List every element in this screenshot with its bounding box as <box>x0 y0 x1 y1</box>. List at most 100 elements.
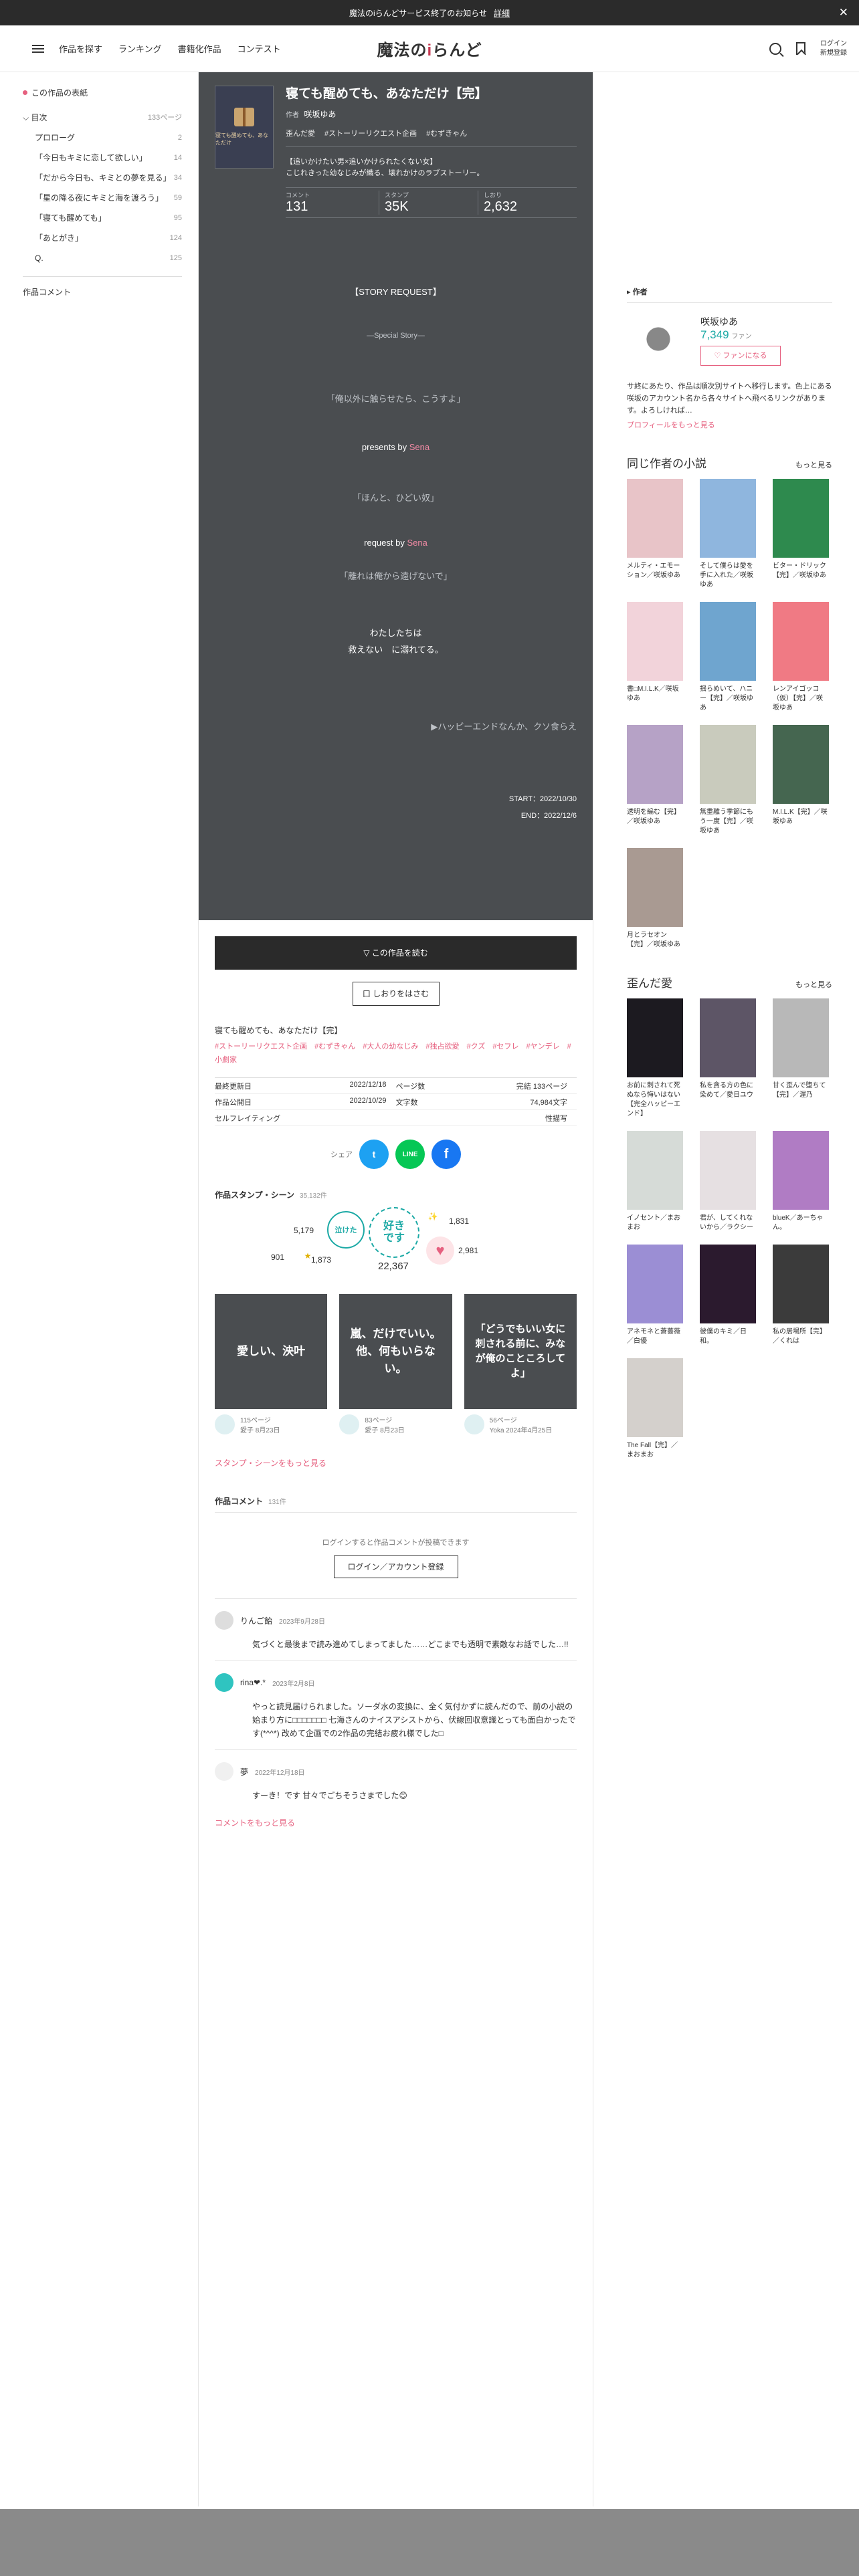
book-card[interactable]: アネモネと蒼薔薇／白優 <box>627 1245 683 1346</box>
facebook-icon[interactable]: f <box>432 1140 461 1169</box>
book-thumbnail[interactable] <box>773 725 829 804</box>
comment-author[interactable]: 夢 <box>240 1766 248 1778</box>
toc-item[interactable]: 「だから今日も、キミとの夢を見る」 34 <box>23 173 182 184</box>
book-title[interactable]: 無重離う季節にもう一度【完】／咲坂ゆあ <box>700 808 756 836</box>
tag-link[interactable]: #ストーリーリクエスト企画 <box>324 128 417 138</box>
more-stamps-link[interactable]: スタンプ・シーンをもっと見る <box>215 1457 577 1469</box>
scene-card[interactable]: 嵐、だけでいい。他、何もいらない。 83ページ 愛子 8月23日 <box>339 1294 452 1434</box>
book-thumbnail[interactable] <box>627 725 683 804</box>
toc-header[interactable]: ⌵ 目次 133ページ <box>23 112 182 123</box>
book-card[interactable]: ビター・ドリック【完】／咲坂ゆあ <box>773 479 829 590</box>
book-title[interactable]: 月とラセオン【完】／咲坂ゆあ <box>627 931 683 950</box>
book-title[interactable]: レンアイゴッコ（仮）【完】／咲坂ゆあ <box>773 685 829 713</box>
detail-tags[interactable]: #ストーリーリクエスト企画 #むずきゃん #大人の幼なじみ #独占欲愛 #クズ … <box>215 1040 577 1067</box>
toc-item[interactable]: 「寝ても醒めても」 95 <box>23 213 182 224</box>
scene-card[interactable]: 「どうでもいい女に刺される前に、みなが俺のこところして よ」 56ページ Yoka… <box>464 1294 577 1434</box>
site-logo[interactable]: 魔法のiらんど <box>377 37 482 60</box>
book-title[interactable]: 君が、してくれないから／ラクシー <box>700 1214 756 1232</box>
line-icon[interactable]: LINE <box>395 1140 425 1169</box>
book-thumbnail[interactable] <box>627 1245 683 1323</box>
book-title[interactable]: 彼僕のキミ／日和。 <box>700 1327 756 1346</box>
avatar[interactable] <box>215 1611 233 1630</box>
book-card[interactable]: 私を貪る方の色に染めて／愛日ユウ <box>700 998 756 1119</box>
toc-item[interactable]: 「星の降る夜にキミと海を渡ろう」 59 <box>23 193 182 204</box>
author-link[interactable]: 咲坂ゆあ <box>304 110 336 119</box>
announcement-detail-link[interactable]: 詳細 <box>494 7 510 19</box>
stamp-crying[interactable]: 泣けた <box>327 1211 365 1249</box>
book-title[interactable]: お前に刺されて死ぬなら悔いはない【完全ハッピーエンド】 <box>627 1081 683 1119</box>
bookmark-button[interactable]: 口 しおりをはさむ <box>352 982 440 1006</box>
book-thumbnail[interactable] <box>773 998 829 1077</box>
author-name[interactable]: 咲坂ゆあ <box>700 316 738 327</box>
book-thumbnail[interactable] <box>627 479 683 558</box>
book-card[interactable]: イノセント／まおまお <box>627 1131 683 1232</box>
author-avatar[interactable] <box>627 315 690 375</box>
menu-icon[interactable] <box>32 44 44 53</box>
book-card[interactable]: 君が、してくれないから／ラクシー <box>700 1131 756 1232</box>
book-title[interactable]: 私の居場所【完】／くれは <box>773 1327 829 1346</box>
toc-item[interactable]: Q. 125 <box>23 253 182 264</box>
book-thumbnail[interactable] <box>773 479 829 558</box>
book-cover[interactable]: 寝ても醒めても、あなただけ <box>215 86 274 169</box>
book-card[interactable]: お前に刺されて死ぬなら悔いはない【完全ハッピーエンド】 <box>627 998 683 1119</box>
book-card[interactable]: 月とラセオン【完】／咲坂ゆあ <box>627 848 683 950</box>
tag-link[interactable]: 歪んだ愛 <box>286 128 315 138</box>
same-author-more-link[interactable]: もっと見る <box>795 459 832 470</box>
comment-author[interactable]: rina❤︎.* <box>240 1678 266 1687</box>
book-title[interactable]: blueK／あーちゃん。 <box>773 1214 829 1232</box>
book-card[interactable]: 書□M.I.L.K／咲坂ゆあ <box>627 602 683 713</box>
book-card[interactable]: 彼僕のキミ／日和。 <box>700 1245 756 1346</box>
book-card[interactable]: M.I.L.K【完】／咲坂ゆあ <box>773 725 829 836</box>
login-link[interactable]: ログイン 新規登録 <box>820 39 847 58</box>
twitter-icon[interactable]: t <box>359 1140 389 1169</box>
close-icon[interactable]: ✕ <box>839 6 848 19</box>
scene-card[interactable]: 愛しい、泱叶 115ページ 愛子 8月23日 <box>215 1294 328 1434</box>
book-thumbnail[interactable] <box>773 602 829 681</box>
book-title[interactable]: そして僕らは愛を手に入れた／咲坂ゆあ <box>700 562 756 590</box>
nav-contest[interactable]: コンテスト <box>237 42 281 55</box>
book-thumbnail[interactable] <box>627 602 683 681</box>
tag-link[interactable]: #むずきゃん <box>426 128 467 138</box>
book-title[interactable]: 揺らめいて、ハニー【完】／咲坂ゆあ <box>700 685 756 713</box>
book-thumbnail[interactable] <box>627 1131 683 1210</box>
book-thumbnail[interactable] <box>773 1131 829 1210</box>
more-comments-link[interactable]: コメントをもっと見る <box>215 1817 577 1828</box>
book-card[interactable]: 透明を編む【完】／咲坂ゆあ <box>627 725 683 836</box>
book-title[interactable]: ビター・ドリック【完】／咲坂ゆあ <box>773 562 829 580</box>
book-title[interactable]: The Fall【完】／まおまお <box>627 1441 683 1460</box>
avatar[interactable] <box>215 1762 233 1781</box>
book-thumbnail[interactable] <box>627 1358 683 1437</box>
book-card[interactable]: 無重離う季節にもう一度【完】／咲坂ゆあ <box>700 725 756 836</box>
book-thumbnail[interactable] <box>700 1131 756 1210</box>
twisted-love-more-link[interactable]: もっと見る <box>795 979 832 990</box>
book-thumbnail[interactable] <box>700 1245 756 1323</box>
read-button[interactable]: ▽ この作品を読む <box>215 936 577 970</box>
book-card[interactable]: メルティ・エモーション／咲坂ゆあ <box>627 479 683 590</box>
toc-item[interactable]: プロローグ 2 <box>23 132 182 144</box>
book-card[interactable]: blueK／あーちゃん。 <box>773 1131 829 1232</box>
book-thumbnail[interactable] <box>700 998 756 1077</box>
book-title[interactable]: 透明を編む【完】／咲坂ゆあ <box>627 808 683 827</box>
book-card[interactable]: レンアイゴッコ（仮）【完】／咲坂ゆあ <box>773 602 829 713</box>
heart-icon[interactable]: ♥ <box>426 1237 454 1265</box>
book-title[interactable]: M.I.L.K【完】／咲坂ゆあ <box>773 808 829 827</box>
sparkle-icon[interactable]: ✨ <box>423 1207 442 1226</box>
avatar[interactable] <box>215 1673 233 1692</box>
book-title[interactable]: 私を貪る方の色に染めて／愛日ユウ <box>700 1081 756 1100</box>
stamp-like[interactable]: 好き です <box>369 1207 419 1258</box>
book-thumbnail[interactable] <box>700 479 756 558</box>
comment-author[interactable]: りんご飴 <box>240 1615 272 1626</box>
book-thumbnail[interactable] <box>700 602 756 681</box>
book-title[interactable]: イノセント／まおまお <box>627 1214 683 1232</box>
nav-ranking[interactable]: ランキング <box>118 42 162 55</box>
book-thumbnail[interactable] <box>627 848 683 927</box>
book-thumbnail[interactable] <box>627 998 683 1077</box>
login-register-button[interactable]: ログイン／アカウント登録 <box>333 1555 458 1578</box>
follow-button[interactable]: ♡ ファンになる <box>700 346 781 366</box>
search-icon[interactable] <box>769 42 781 55</box>
book-title[interactable]: 甘く歪んで堕ちて【完】／渥乃 <box>773 1081 829 1100</box>
bookmark-icon[interactable] <box>796 42 805 55</box>
toc-cover-link[interactable]: この作品の表紙 <box>23 87 182 98</box>
toc-comments-link[interactable]: 作品コメント <box>23 288 71 297</box>
nav-books[interactable]: 書籍化作品 <box>178 42 221 55</box>
